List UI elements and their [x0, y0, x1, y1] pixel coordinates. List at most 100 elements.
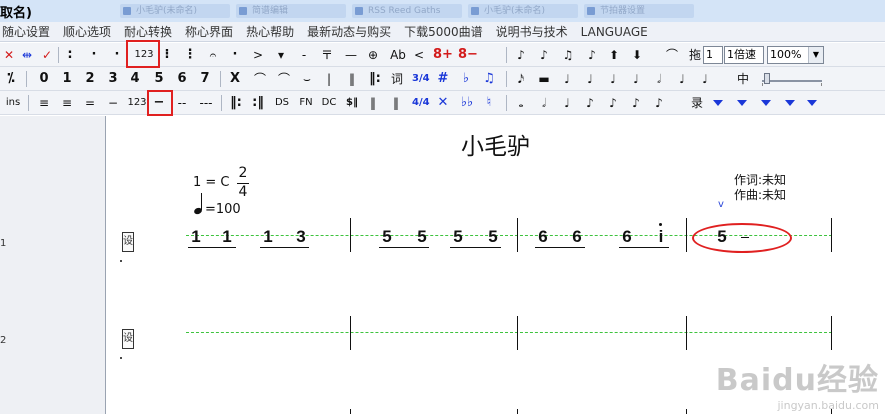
sixteenth-note-icon[interactable]: 𝅘𝅥𝅯	[514, 70, 528, 88]
natural-button[interactable]: ♮	[482, 94, 496, 112]
percent-button[interactable]: ⁒	[4, 70, 18, 88]
note-3-2[interactable]: 6	[570, 227, 584, 247]
digit-7-button[interactable]: 7	[198, 70, 212, 88]
delete-x-icon[interactable]: ✕	[2, 46, 16, 64]
long-line-button[interactable]: —	[343, 46, 359, 64]
note-1-2[interactable]: 1	[220, 227, 234, 247]
note-3-4[interactable]: i	[654, 227, 668, 247]
numbered-notation-button[interactable]: 123	[131, 46, 157, 64]
digit-1-button[interactable]: 1	[60, 70, 74, 88]
whole-note-icon[interactable]: 𝅝	[514, 94, 528, 112]
dropdown-triangle-icon[interactable]	[807, 100, 817, 106]
note-icon[interactable]: ♩	[698, 70, 712, 88]
crescendo-button[interactable]: <	[412, 46, 426, 64]
fine-button[interactable]: FN	[297, 94, 315, 112]
lower-dot-button[interactable]: ·	[87, 46, 101, 64]
quarter-note-2-icon[interactable]: ♩	[583, 70, 597, 88]
lyricist-credit[interactable]: 作词:未知	[734, 173, 786, 188]
quarter-note-5-icon[interactable]: ♩	[560, 94, 574, 112]
double-line-button[interactable]: =	[83, 94, 97, 112]
double-barline-button[interactable]: ‖	[345, 70, 359, 88]
beamed-notes-icon[interactable]: ♫	[560, 46, 576, 64]
sixteenth-note-2-icon[interactable]: ♪	[606, 94, 620, 112]
staccato-button[interactable]: ·	[228, 46, 242, 64]
drag-value-input[interactable]: 1	[703, 46, 723, 64]
dotted-note-icon[interactable]: ♩	[675, 70, 689, 88]
dot-button[interactable]: ·	[110, 46, 124, 64]
taskbar-tab[interactable]: 小毛驴(未命名)	[468, 4, 578, 18]
note-2-1[interactable]: 5	[380, 227, 394, 247]
taskbar-tab[interactable]: 小毛驴(未命名)	[120, 4, 230, 18]
arrow-down-icon[interactable]: ⬇	[630, 46, 644, 64]
note-1-4[interactable]: 3	[294, 227, 308, 247]
double-dots-button[interactable]: ⋮	[183, 46, 197, 64]
dc-button[interactable]: DC	[320, 94, 338, 112]
double-dash-button[interactable]: --	[174, 94, 190, 112]
quarter-note-4-icon[interactable]: ♩	[629, 70, 643, 88]
single-line-button[interactable]: −	[106, 94, 120, 112]
menu-convert[interactable]: 耐心转换	[124, 23, 172, 40]
note-1-3[interactable]: 1	[261, 227, 275, 247]
taskbar-tab[interactable]: 简谱编辑	[236, 4, 346, 18]
menu-news-purchase[interactable]: 最新动态与购买	[307, 23, 391, 40]
clef-setting-button-1[interactable]: 设	[122, 232, 134, 252]
eighth-note-icon[interactable]: ♪	[585, 46, 599, 64]
coda-button[interactable]: ⊕	[366, 46, 380, 64]
octave-down-button[interactable]: 8−	[457, 46, 479, 64]
octave-up-button[interactable]: 8+	[432, 46, 454, 64]
insert-mode-button[interactable]: ins	[3, 94, 23, 112]
digit-6-button[interactable]: 6	[175, 70, 189, 88]
grace-note-2-icon[interactable]: ♪	[537, 46, 551, 64]
menu-manual[interactable]: 说明书与技术	[496, 23, 568, 40]
ds-button[interactable]: DS	[273, 94, 291, 112]
song-title[interactable]: 小毛驴	[106, 127, 885, 161]
arrow-up-icon[interactable]: ⬆	[607, 46, 621, 64]
sharp-button[interactable]: #	[436, 70, 450, 88]
time-4-4-button[interactable]: 4/4	[412, 94, 430, 112]
sixty-fourth-note-icon[interactable]: ♪	[652, 94, 666, 112]
accent-button[interactable]: >	[251, 46, 265, 64]
grace-note-icon[interactable]: ♪	[514, 46, 528, 64]
menu-language[interactable]: LANGUAGE	[581, 25, 648, 39]
note-3-1[interactable]: 6	[536, 227, 550, 247]
digit-2-button[interactable]: 2	[83, 70, 97, 88]
zoom-select[interactable]: 100% ▼	[767, 46, 824, 64]
quarter-note-icon[interactable]: ♩	[560, 70, 574, 88]
numbered-small-button[interactable]: 123	[126, 94, 148, 112]
double-sharp-button[interactable]: ✕	[436, 94, 450, 112]
barline-button[interactable]: |	[322, 70, 336, 88]
eighth-note-2-icon[interactable]: ♪	[583, 94, 597, 112]
digit-5-button[interactable]: 5	[152, 70, 166, 88]
triple-line-button[interactable]: ≡	[37, 94, 51, 112]
wedge-button[interactable]: ▾	[274, 46, 288, 64]
menu-options[interactable]: 顺心选项	[63, 23, 111, 40]
dropdown-triangle-icon[interactable]	[737, 100, 747, 106]
taskbar-tab[interactable]: RSS Reed Gaths	[352, 4, 462, 18]
volume-slider[interactable]	[762, 73, 822, 86]
colon-dot-button[interactable]: :	[63, 46, 77, 64]
taskbar-tab[interactable]: 节拍器设置	[584, 4, 694, 18]
tie-button[interactable]: ⌒	[252, 70, 268, 88]
bar-2-button[interactable]: ‖	[366, 94, 380, 112]
slur-button[interactable]: ⌒	[276, 70, 292, 88]
upper-dots-button[interactable]: ⁝	[160, 46, 174, 64]
repeat-right-button[interactable]: :‖	[251, 94, 265, 112]
triplet-button[interactable]: ⌣	[299, 70, 315, 88]
time-signature-top[interactable]: 2	[237, 165, 249, 181]
menu-interface[interactable]: 称心界面	[185, 23, 233, 40]
quarter-note-3-icon[interactable]: ♩	[606, 70, 620, 88]
chord-ab-button[interactable]: Ab	[388, 46, 408, 64]
check-icon[interactable]: ✓	[40, 46, 54, 64]
segno-bar-button[interactable]: $‖	[343, 94, 361, 112]
dropdown-triangle-icon[interactable]	[761, 100, 771, 106]
whole-rest-icon[interactable]: ▬	[537, 70, 551, 88]
note-2-2[interactable]: 5	[415, 227, 429, 247]
triple-dash-button[interactable]: ---	[196, 94, 216, 112]
mordent-button[interactable]: 〒	[320, 46, 334, 64]
clef-setting-button-2[interactable]: 设	[122, 329, 134, 349]
triple-line-2-button[interactable]: ≡	[60, 94, 74, 112]
digit-0-button[interactable]: 0	[37, 70, 51, 88]
tenuto-button[interactable]: -	[297, 46, 311, 64]
note-3-3[interactable]: 6	[620, 227, 634, 247]
flat-button[interactable]: ♭	[459, 70, 473, 88]
